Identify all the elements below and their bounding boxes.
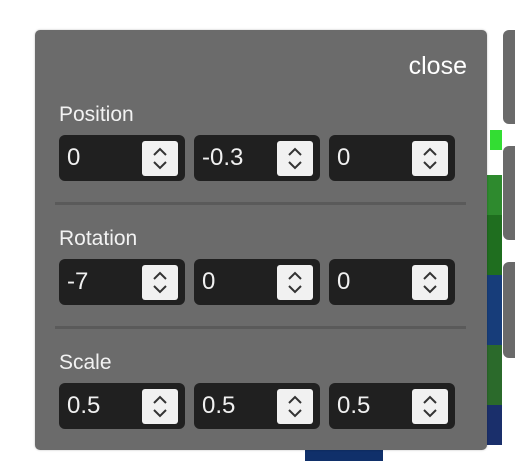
scene-side-panel	[503, 146, 515, 240]
section-divider	[55, 326, 466, 329]
field-value: 0	[67, 144, 81, 171]
position-y-input[interactable]: -0.3	[194, 135, 320, 181]
scene-voxel	[486, 175, 502, 215]
close-button[interactable]: close	[409, 52, 467, 81]
scale-y-input[interactable]: 0.5	[194, 383, 320, 429]
field-value: 0	[202, 268, 216, 295]
scene-side-panel	[503, 262, 515, 358]
field-value: 0.5	[202, 392, 236, 419]
rotation-z-input[interactable]: 0	[329, 259, 455, 305]
field-value: 0.5	[337, 392, 371, 419]
chevron-up-down-icon[interactable]	[412, 265, 448, 300]
scene-voxel	[486, 405, 502, 445]
scale-row: 0.5 0.5 0.5	[59, 383, 455, 429]
scene-voxel	[486, 345, 502, 405]
scene-voxel	[490, 130, 502, 150]
rotation-y-input[interactable]: 0	[194, 259, 320, 305]
scene-voxel	[486, 275, 502, 345]
rotation-row: -7 0 0	[59, 259, 455, 305]
scene-viewport	[486, 0, 515, 461]
rotation-label: Rotation	[59, 227, 138, 250]
scene-voxel	[305, 450, 383, 461]
scale-z-input[interactable]: 0.5	[329, 383, 455, 429]
chevron-up-down-icon[interactable]	[412, 141, 448, 176]
scene-voxel	[486, 215, 502, 275]
position-label: Position	[59, 103, 134, 126]
position-z-input[interactable]: 0	[329, 135, 455, 181]
section-divider	[55, 202, 466, 205]
scale-x-input[interactable]: 0.5	[59, 383, 185, 429]
field-value: -0.3	[202, 144, 244, 171]
scale-label: Scale	[59, 351, 112, 374]
transform-panel: close Position 0 -0.3 0 Rotation -7 0 0 …	[35, 30, 487, 450]
field-value: 0	[337, 144, 351, 171]
field-value: 0	[337, 268, 351, 295]
field-value: 0.5	[67, 392, 101, 419]
scene-side-panel	[503, 30, 515, 124]
rotation-x-input[interactable]: -7	[59, 259, 185, 305]
chevron-up-down-icon[interactable]	[412, 389, 448, 424]
field-value: -7	[67, 268, 89, 295]
position-x-input[interactable]: 0	[59, 135, 185, 181]
chevron-up-down-icon[interactable]	[142, 265, 178, 300]
chevron-up-down-icon[interactable]	[142, 389, 178, 424]
chevron-up-down-icon[interactable]	[277, 389, 313, 424]
chevron-up-down-icon[interactable]	[277, 141, 313, 176]
position-row: 0 -0.3 0	[59, 135, 455, 181]
chevron-up-down-icon[interactable]	[142, 141, 178, 176]
chevron-up-down-icon[interactable]	[277, 265, 313, 300]
